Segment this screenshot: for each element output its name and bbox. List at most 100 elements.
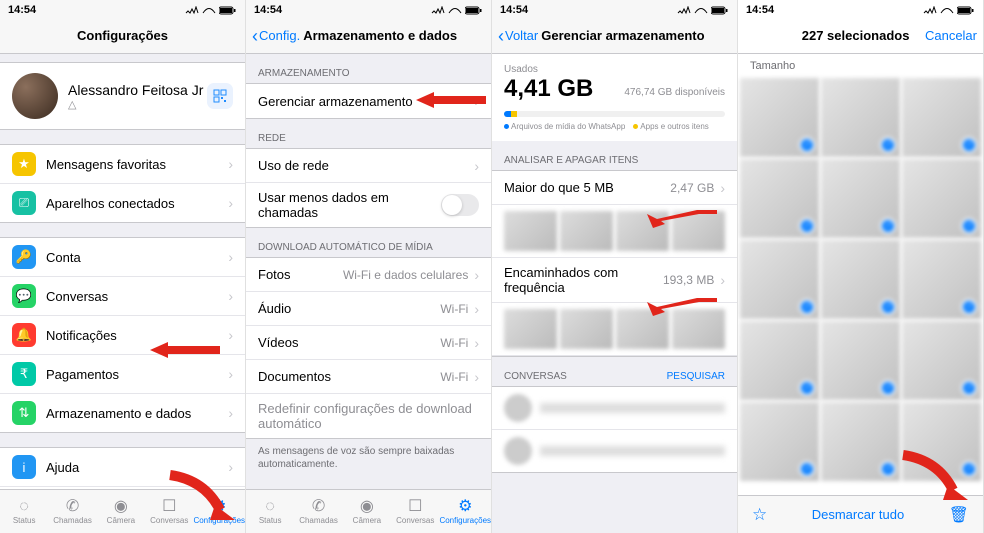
page-title: Configurações: [77, 28, 168, 43]
tab-camera[interactable]: ◉Câmera: [343, 490, 391, 533]
qr-icon[interactable]: [207, 83, 233, 109]
check-icon: [961, 299, 977, 315]
row-videos[interactable]: VídeosWi-Fi›: [246, 326, 491, 360]
label: Uso de rede: [258, 158, 468, 173]
row-network-usage[interactable]: Uso de rede›: [246, 149, 491, 183]
value: Wi-Fi: [440, 336, 468, 350]
media-cell[interactable]: [740, 78, 819, 157]
tab-bar: ◌Status ✆Chamadas ◉Câmera ☐Conversas ⚙Co…: [246, 489, 491, 533]
annotation-arrow: [165, 470, 235, 520]
tab-status[interactable]: ◌Status: [0, 490, 48, 533]
profile-name: Alessandro Feitosa Jr: [68, 82, 207, 98]
chat-name: [540, 446, 725, 456]
row-payments[interactable]: ₹Pagamentos›: [0, 355, 245, 394]
toggle-low-data[interactable]: [441, 194, 479, 216]
media-cell[interactable]: [740, 159, 819, 238]
tab-chats[interactable]: ☐Conversas: [391, 490, 439, 533]
label: Maior do que 5 MB: [504, 180, 670, 195]
row-audio[interactable]: ÁudioWi-Fi›: [246, 292, 491, 326]
section-header-autodl: DOWNLOAD AUTOMÁTICO DE MÍDIA: [246, 228, 491, 257]
row-chats[interactable]: 💬Conversas›: [0, 277, 245, 316]
media-cell[interactable]: [740, 240, 819, 319]
media-cell[interactable]: [821, 78, 900, 157]
section-header-storage: ARMAZENAMENTO: [246, 54, 491, 83]
value: 2,47 GB: [670, 181, 714, 195]
storage-bar: [504, 111, 725, 117]
check-icon: [961, 218, 977, 234]
chevron-right-icon: ›: [474, 369, 479, 385]
payments-icon: ₹: [12, 362, 36, 386]
media-cell[interactable]: [740, 402, 819, 481]
row-forwarded[interactable]: Encaminhados com frequência193,3 MB›: [492, 258, 737, 303]
media-cell[interactable]: [821, 321, 900, 400]
media-cell[interactable]: [902, 159, 981, 238]
tab-status[interactable]: ◌Status: [246, 490, 294, 533]
tab-calls[interactable]: ✆Chamadas: [48, 490, 96, 533]
row-devices[interactable]: ⎚ Aparelhos conectados ›: [0, 184, 245, 222]
status-icon: ◌: [19, 499, 29, 515]
label: Vídeos: [258, 335, 440, 350]
chevron-right-icon: ›: [474, 267, 479, 283]
media-cell[interactable]: [740, 321, 819, 400]
chat-row[interactable]: [492, 430, 737, 472]
trash-icon[interactable]: 🗑: [949, 505, 969, 525]
chevron-left-icon: ‹: [252, 27, 258, 45]
unselect-all-button[interactable]: Desmarcar tudo: [812, 507, 904, 522]
media-cell[interactable]: [821, 159, 900, 238]
page-title: Armazenamento e dados: [303, 28, 457, 43]
media-cell[interactable]: [902, 78, 981, 157]
chat-icon: 💬: [12, 284, 36, 308]
annotation-arrow: [647, 298, 717, 318]
label: Documentos: [258, 369, 440, 384]
back-button[interactable]: ‹Voltar: [498, 27, 538, 45]
legend: Arquivos de mídia do WhatsApp Apps e out…: [504, 122, 725, 131]
row-favorites[interactable]: ★ Mensagens favoritas ›: [0, 145, 245, 184]
usage-available: 476,74 GB disponíveis: [624, 87, 725, 98]
row-docs[interactable]: DocumentosWi-Fi›: [246, 360, 491, 394]
profile-row[interactable]: Alessandro Feitosa Jr △: [0, 62, 245, 130]
chat-avatar: [504, 394, 532, 422]
row-larger-than-5mb[interactable]: Maior do que 5 MB2,47 GB›: [492, 171, 737, 205]
row-storage[interactable]: ⇅Armazenamento e dados›: [0, 394, 245, 432]
search-link[interactable]: PESQUISAR: [667, 371, 725, 382]
status-icons: [677, 6, 729, 15]
media-cell[interactable]: [902, 240, 981, 319]
annotation-arrow: [150, 340, 220, 360]
status-time: 14:54: [254, 4, 282, 16]
row-account[interactable]: 🔑Conta›: [0, 238, 245, 277]
storage-icon: ⇅: [12, 401, 36, 425]
annotation-arrow: [647, 210, 717, 230]
usage-panel: Usados 4,41 GB 476,74 GB disponíveis Arq…: [492, 54, 737, 141]
tab-settings[interactable]: ⚙Configurações: [439, 490, 491, 533]
chevron-right-icon: ›: [228, 405, 233, 421]
media-cell[interactable]: [821, 402, 900, 481]
camera-icon: ◉: [360, 499, 374, 515]
row-photos[interactable]: FotosWi-Fi e dados celulares›: [246, 258, 491, 292]
chevron-right-icon: ›: [228, 249, 233, 265]
camera-icon: ◉: [114, 499, 128, 515]
section-header-chats: CONVERSAS PESQUISAR: [492, 357, 737, 386]
row-low-data[interactable]: Usar menos dados em chamadas: [246, 183, 491, 227]
status-icons: [923, 6, 975, 15]
usage-value: 4,41 GB: [504, 75, 593, 103]
label: Mensagens favoritas: [46, 157, 222, 172]
value: Wi-Fi: [440, 302, 468, 316]
tab-camera[interactable]: ◉Câmera: [97, 490, 145, 533]
chat-name: [540, 403, 725, 413]
media-cell[interactable]: [902, 321, 981, 400]
chats-icon: ☐: [408, 499, 422, 515]
check-icon: [880, 461, 896, 477]
status-icons: [431, 6, 483, 15]
media-cell[interactable]: [821, 240, 900, 319]
back-button[interactable]: ‹Config.: [252, 27, 300, 45]
star-icon[interactable]: ☆: [752, 505, 767, 525]
selected-count: 227 selecionados: [802, 28, 910, 43]
tab-calls[interactable]: ✆Chamadas: [294, 490, 342, 533]
avatar: [12, 73, 58, 119]
cancel-button[interactable]: Cancelar: [925, 28, 977, 43]
footnote-voice: As mensagens de voz são sempre baixadas …: [246, 439, 491, 477]
devices-icon: ⎚: [12, 191, 36, 215]
row-reset-autodl[interactable]: Redefinir configurações de download auto…: [246, 394, 491, 438]
star-icon: ★: [12, 152, 36, 176]
chat-row[interactable]: [492, 387, 737, 430]
